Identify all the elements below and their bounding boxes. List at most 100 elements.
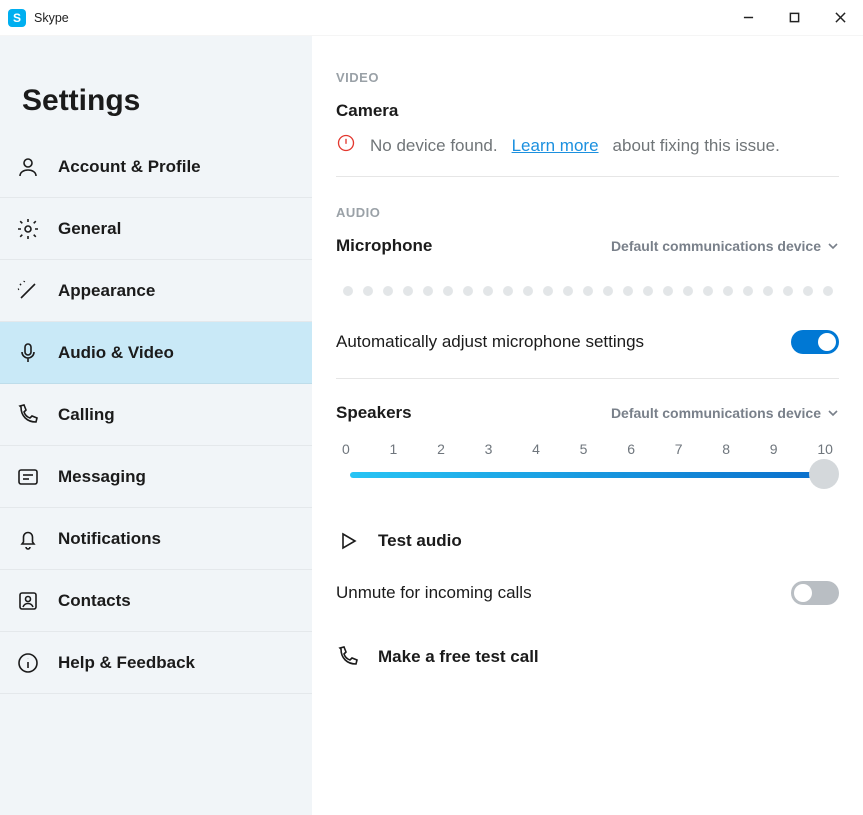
sidebar-item-label: Appearance — [58, 281, 155, 301]
slider-tick: 1 — [390, 441, 398, 457]
slider-tick: 9 — [770, 441, 778, 457]
microphone-level-meter — [336, 270, 839, 322]
camera-no-device-text: No device found. — [370, 136, 498, 156]
close-button[interactable] — [817, 2, 863, 34]
sidebar-item-contacts[interactable]: Contacts — [0, 570, 312, 632]
speaker-slider-ticks: 0 1 2 3 4 5 6 7 8 9 10 — [336, 437, 839, 461]
slider-tick: 8 — [722, 441, 730, 457]
chevron-down-icon — [827, 240, 839, 252]
mic-level-dot — [463, 286, 473, 296]
window-title: Skype — [34, 11, 69, 25]
title-bar: S Skype — [0, 0, 863, 36]
slider-track — [350, 472, 825, 478]
mic-level-dot — [623, 286, 633, 296]
speakers-heading: Speakers — [336, 403, 412, 423]
settings-heading: Settings — [0, 84, 312, 136]
microphone-device-select[interactable]: Default communications device — [611, 238, 839, 254]
app-body: Settings Account & Profile General Appea… — [0, 36, 863, 815]
minimize-icon — [743, 12, 754, 23]
mic-level-dot — [683, 286, 693, 296]
person-icon — [16, 155, 40, 179]
make-test-call-button[interactable]: Make a free test call — [336, 631, 839, 683]
sidebar-item-label: General — [58, 219, 121, 239]
auto-adjust-mic-label: Automatically adjust microphone settings — [336, 332, 644, 352]
mic-level-dot — [603, 286, 613, 296]
speakers-device-select[interactable]: Default communications device — [611, 405, 839, 421]
auto-adjust-mic-toggle[interactable] — [791, 330, 839, 354]
slider-tick: 10 — [817, 441, 833, 457]
speaker-volume-slider[interactable] — [336, 463, 839, 487]
slider-tick: 7 — [675, 441, 683, 457]
mic-level-dot — [443, 286, 453, 296]
slider-tick: 5 — [580, 441, 588, 457]
wand-icon — [16, 279, 40, 303]
close-icon — [835, 12, 846, 23]
speakers-device-label: Default communications device — [611, 405, 821, 421]
slider-tick: 4 — [532, 441, 540, 457]
minimize-button[interactable] — [725, 2, 771, 34]
sidebar-item-help-feedback[interactable]: Help & Feedback — [0, 632, 312, 694]
sidebar-item-calling[interactable]: Calling — [0, 384, 312, 446]
speakers-row: Speakers Default communications device — [336, 403, 839, 423]
auto-adjust-mic-row: Automatically adjust microphone settings — [336, 322, 839, 379]
sidebar-item-appearance[interactable]: Appearance — [0, 260, 312, 322]
maximize-button[interactable] — [771, 2, 817, 34]
settings-main: VIDEO Camera No device found. Learn more… — [312, 36, 863, 815]
maximize-icon — [789, 12, 800, 23]
mic-level-dot — [383, 286, 393, 296]
sidebar-item-label: Contacts — [58, 591, 131, 611]
play-icon — [336, 529, 360, 553]
title-bar-left: S Skype — [8, 9, 69, 27]
mic-level-dot — [343, 286, 353, 296]
unmute-incoming-label: Unmute for incoming calls — [336, 583, 532, 603]
mic-level-dot — [423, 286, 433, 296]
mic-level-dot — [503, 286, 513, 296]
sidebar-item-audio-video[interactable]: Audio & Video — [0, 322, 312, 384]
toggle-knob — [794, 584, 812, 602]
sidebar-item-label: Messaging — [58, 467, 146, 487]
microphone-row: Microphone Default communications device — [336, 236, 839, 256]
slider-thumb[interactable] — [809, 459, 839, 489]
sidebar-item-label: Calling — [58, 405, 115, 425]
unmute-incoming-row: Unmute for incoming calls — [336, 567, 839, 631]
warning-icon — [336, 133, 356, 158]
slider-tick: 3 — [485, 441, 493, 457]
mic-level-dot — [803, 286, 813, 296]
sidebar-item-general[interactable]: General — [0, 198, 312, 260]
phone-icon — [336, 645, 360, 669]
bell-icon — [16, 527, 40, 551]
sidebar-item-account-profile[interactable]: Account & Profile — [0, 136, 312, 198]
mic-level-dot — [563, 286, 573, 296]
phone-icon — [16, 403, 40, 427]
mic-level-dot — [823, 286, 833, 296]
sidebar-item-label: Notifications — [58, 529, 161, 549]
mic-level-dot — [783, 286, 793, 296]
window-controls — [725, 2, 863, 34]
video-section-label: VIDEO — [336, 70, 839, 85]
chevron-down-icon — [827, 407, 839, 419]
sidebar-item-label: Audio & Video — [58, 343, 174, 363]
camera-fix-text: about fixing this issue. — [613, 136, 780, 156]
mic-level-dot — [723, 286, 733, 296]
learn-more-link[interactable]: Learn more — [512, 136, 599, 156]
mic-level-dot — [543, 286, 553, 296]
mic-level-dot — [363, 286, 373, 296]
mic-level-dot — [663, 286, 673, 296]
microphone-icon — [16, 341, 40, 365]
test-audio-button[interactable]: Test audio — [336, 515, 839, 567]
slider-tick: 2 — [437, 441, 445, 457]
unmute-incoming-toggle[interactable] — [791, 581, 839, 605]
sidebar-item-label: Help & Feedback — [58, 653, 195, 673]
slider-tick: 6 — [627, 441, 635, 457]
settings-sidebar: Settings Account & Profile General Appea… — [0, 36, 312, 815]
mic-level-dot — [703, 286, 713, 296]
sidebar-item-label: Account & Profile — [58, 157, 201, 177]
audio-section-label: AUDIO — [336, 205, 839, 220]
skype-logo: S — [8, 9, 26, 27]
info-icon — [16, 651, 40, 675]
sidebar-item-messaging[interactable]: Messaging — [0, 446, 312, 508]
gear-icon — [16, 217, 40, 241]
camera-status-row: No device found. Learn more about fixing… — [336, 133, 839, 177]
contacts-icon — [16, 589, 40, 613]
sidebar-item-notifications[interactable]: Notifications — [0, 508, 312, 570]
